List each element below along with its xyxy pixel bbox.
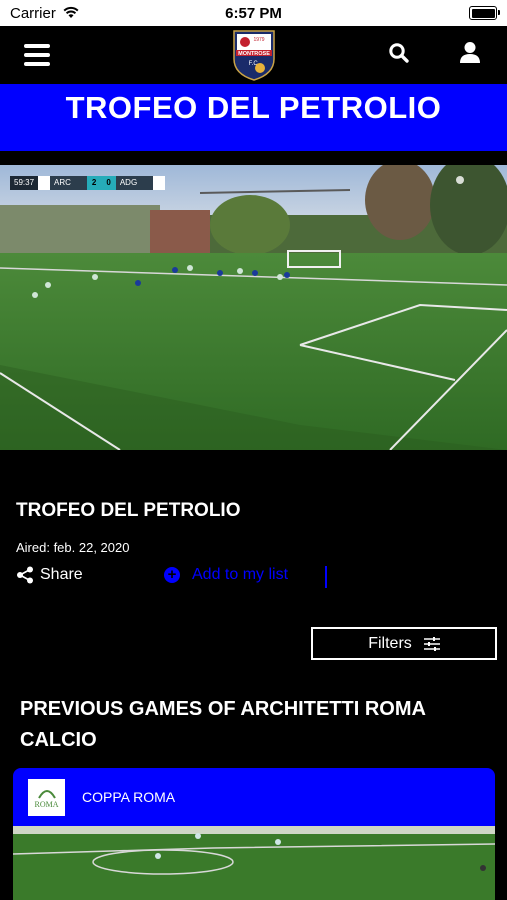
top-navigation-bar: 1979 MONTROSE F.C.	[0, 26, 507, 84]
away-score: 0	[101, 176, 116, 190]
search-icon[interactable]	[388, 42, 410, 64]
plus-circle-icon: +	[164, 567, 180, 583]
competition-logo-text: ROMA	[34, 799, 59, 809]
user-icon[interactable]	[459, 41, 481, 65]
status-bar: Carrier 6:57 PM	[0, 0, 507, 26]
logo-name: MONTROSE	[238, 51, 270, 57]
banner-title: TROFEO DEL PETROLIO	[65, 90, 442, 125]
add-to-my-list-button[interactable]: + Add to my list	[164, 566, 288, 584]
aired-date: Aired: feb. 22, 2020	[16, 540, 130, 555]
match-title: TROFEO DEL PETROLIO	[16, 500, 241, 521]
video-frame	[0, 165, 507, 450]
match-info: TROFEO DEL PETROLIO	[16, 500, 496, 522]
match-clock: 59:37	[10, 176, 39, 190]
add-to-my-list-label: Add to my list	[192, 566, 289, 583]
competition-logo-mark	[37, 789, 56, 799]
clock-label: 6:57 PM	[225, 5, 282, 22]
scoreboard-overlay: 59:37 ARC 2 0 ADG	[10, 176, 166, 190]
share-button[interactable]: Share	[16, 566, 83, 584]
battery-icon	[469, 6, 500, 20]
share-label: Share	[40, 566, 83, 583]
competition-logo: ROMA	[28, 778, 65, 816]
home-team-badge	[38, 176, 51, 190]
share-icon	[17, 566, 33, 584]
filters-label: Filters	[368, 634, 412, 652]
action-divider	[325, 566, 327, 588]
club-logo[interactable]: 1979 MONTROSE F.C.	[231, 29, 277, 81]
video-player[interactable]: 59:37 ARC 2 0 ADG	[0, 165, 507, 450]
previous-game-card[interactable]: ROMA COPPA ROMA	[13, 768, 495, 900]
competition-label: COPPA ROMA	[82, 789, 176, 805]
sliders-icon	[423, 636, 440, 651]
card-thumbnail	[13, 826, 495, 900]
previous-games-heading: PREVIOUS GAMES OF ARCHITETTI ROMA CALCIO	[20, 698, 426, 751]
home-score: 2	[86, 176, 102, 190]
filters-button[interactable]: Filters	[311, 627, 497, 660]
away-team-badge	[153, 176, 166, 190]
hamburger-menu-icon[interactable]	[24, 44, 50, 66]
title-banner: TROFEO DEL PETROLIO	[0, 84, 507, 151]
away-team-abbr: ADG	[115, 176, 154, 190]
home-team-abbr: ARC	[50, 176, 87, 190]
card-header: ROMA COPPA ROMA	[13, 768, 495, 826]
logo-year: 1979	[253, 37, 264, 43]
